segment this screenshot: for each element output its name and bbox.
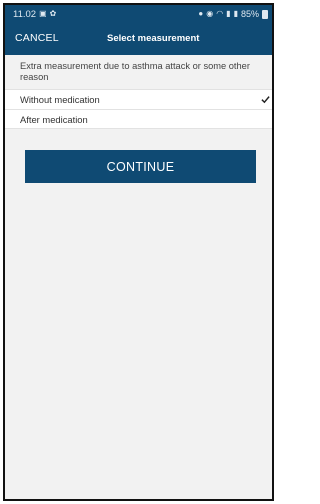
status-bar-left: 11.02 ▣ ✿ xyxy=(13,9,56,20)
continue-button[interactable]: CONTINUE xyxy=(25,150,256,183)
option-without-medication[interactable]: Without medication xyxy=(5,89,272,109)
check-icon xyxy=(261,96,270,104)
phone-screen: 11.02 ▣ ✿ ● ◉ ◠ ▮ ▮ 85% CANCEL Select me… xyxy=(3,3,274,501)
content: Extra measurement due to asthma attack o… xyxy=(5,55,272,129)
battery-icon xyxy=(262,9,268,19)
info-text: Extra measurement due to asthma attack o… xyxy=(5,55,272,89)
status-bar: 11.02 ▣ ✿ ● ◉ ◠ ▮ ▮ 85% xyxy=(5,5,272,23)
signal-icon: ▮ xyxy=(226,9,231,18)
wifi-icon: ◠ xyxy=(216,9,224,18)
cancel-button[interactable]: CANCEL xyxy=(15,32,59,44)
option-label: After medication xyxy=(20,113,88,125)
status-time: 11.02 xyxy=(13,8,37,20)
option-after-medication[interactable]: After medication xyxy=(5,109,272,129)
alarm-icon: ◉ xyxy=(206,9,214,18)
battery-percent: 85% xyxy=(240,9,259,19)
status-bar-right: ● ◉ ◠ ▮ ▮ 85% xyxy=(198,9,268,19)
app-bar: CANCEL Select measurement xyxy=(5,23,272,55)
signal-icon-2: ▮ xyxy=(233,9,238,18)
page-title: Select measurement xyxy=(107,33,200,44)
gallery-icon: ▣ xyxy=(39,9,47,18)
lock-icon: ● xyxy=(198,9,204,18)
option-label: Without medication xyxy=(20,94,100,105)
notification-icon: ✿ xyxy=(49,9,57,18)
